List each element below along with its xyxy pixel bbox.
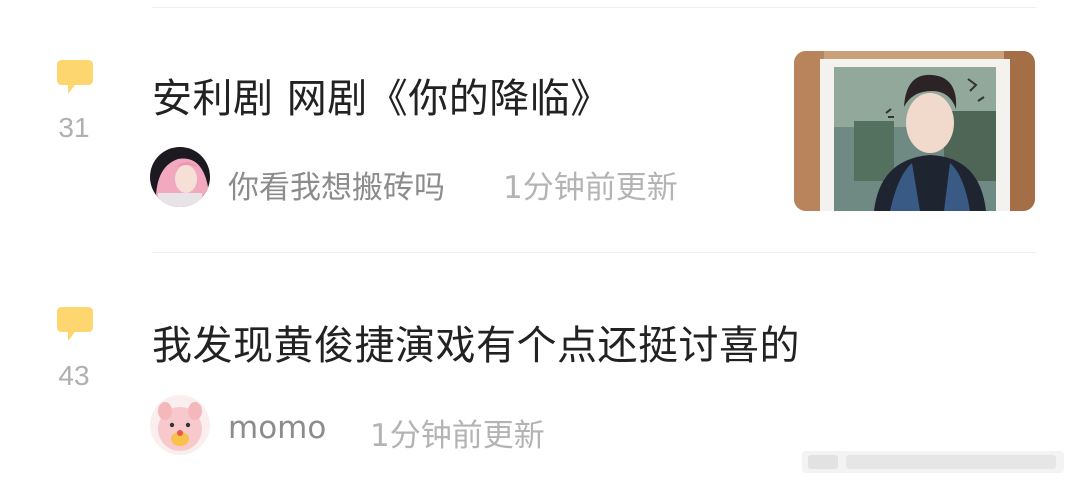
author-name[interactable]: 你看我想搬砖吗 <box>228 162 445 207</box>
comment-count: 31 <box>58 112 90 143</box>
thumbnail-image <box>794 51 1035 211</box>
comment-bubble-icon <box>57 60 93 94</box>
post-title[interactable]: 安利剧 网剧《你的降临》 <box>152 66 611 124</box>
author-name[interactable]: momo <box>228 410 326 446</box>
topic-post-list: 31 安利剧 网剧《你的降临》 你看我想搬砖吗 1分钟前更新 43 我发现黄俊捷… <box>0 0 1074 487</box>
comment-count: 43 <box>58 360 90 391</box>
post-thumbnail[interactable] <box>794 51 1035 211</box>
watermark-image <box>802 451 1064 473</box>
author-avatar[interactable] <box>150 395 210 455</box>
post-title[interactable]: 我发现黄俊捷演戏有个点还挺讨喜的 <box>152 313 800 371</box>
avatar-image <box>150 147 210 207</box>
update-time: 1分钟前更新 <box>503 170 678 206</box>
update-time: 1分钟前更新 <box>370 418 545 454</box>
post-item-1[interactable]: 31 安利剧 网剧《你的降临》 你看我想搬砖吗 1分钟前更新 <box>0 0 1074 252</box>
comment-bubble-icon <box>57 307 93 341</box>
author-avatar[interactable] <box>150 147 210 207</box>
avatar-image <box>150 395 210 455</box>
